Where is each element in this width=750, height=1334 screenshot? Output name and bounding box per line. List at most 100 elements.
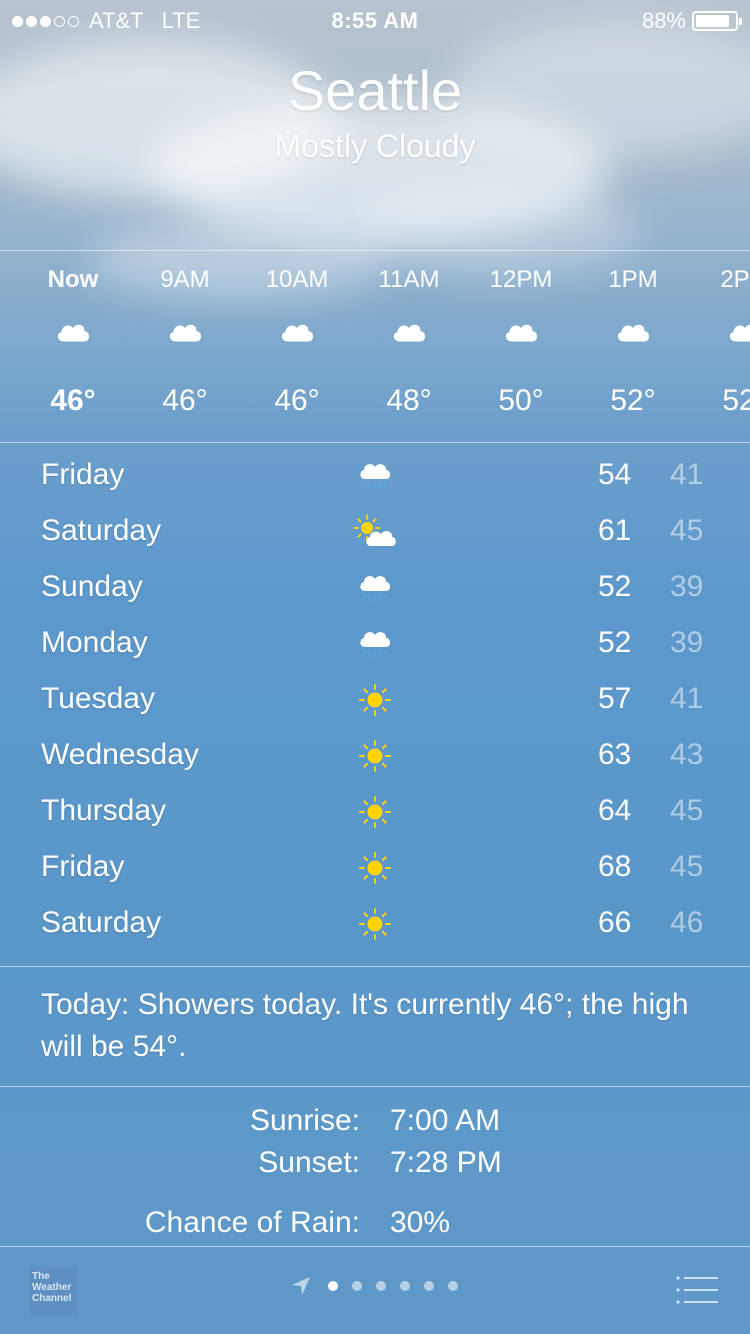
page-dot[interactable] — [424, 1281, 434, 1291]
today-summary: Today: Showers today. It's currently 46°… — [41, 988, 689, 1063]
low-temperature: 39 — [670, 626, 704, 659]
hourly-item: 2PM 52° — [689, 252, 750, 418]
hour-temperature: 46° — [162, 384, 208, 417]
hour-temperature: 46° — [274, 384, 320, 417]
hourly-item: 9AM 46° — [129, 252, 241, 418]
low-temperature: 45 — [670, 850, 704, 883]
hour-label: 12PM — [489, 266, 553, 293]
daily-row: Thursday 64 45 — [0, 786, 750, 842]
divider — [0, 966, 750, 967]
day-name: Monday — [41, 626, 148, 659]
hour-temperature: 52° — [610, 384, 656, 417]
divider — [0, 1086, 750, 1087]
chance-of-rain-row: Chance of Rain: 30% — [0, 1206, 750, 1248]
hourly-forecast[interactable]: Now 46° 9AM 46° 10AM 46° 11AM 48° 12PM 50° 1PM 52° 2… — [0, 252, 750, 442]
hourly-item: 1PM 52° — [577, 252, 689, 418]
bottom-toolbar: The Weather Channel — [0, 1247, 750, 1334]
chance-of-rain-value: 30% — [390, 1206, 451, 1239]
high-temperature: 68 — [598, 850, 632, 883]
high-temperature: 57 — [598, 682, 632, 715]
page-dot[interactable] — [400, 1281, 410, 1291]
hourly-item: 11AM 48° — [353, 252, 465, 418]
hour-label: 1PM — [608, 266, 658, 293]
sunset-label: Sunset: — [258, 1146, 360, 1179]
hour-temperature: 50° — [498, 384, 544, 417]
daily-row: Wednesday 63 43 — [0, 730, 750, 786]
daily-row: Friday 54 41 — [0, 450, 750, 506]
daily-row: Friday 68 45 — [0, 842, 750, 898]
page-indicator[interactable] — [290, 1275, 458, 1297]
day-name: Saturday — [41, 906, 162, 939]
page-dot[interactable] — [376, 1281, 386, 1291]
battery-percent: 88% — [641, 8, 686, 33]
sun-icon — [350, 734, 400, 778]
city-list-button[interactable] — [676, 1275, 718, 1307]
rain-icon — [350, 622, 400, 666]
logo-line: The — [32, 1271, 50, 1282]
daily-row: Saturday 66 46 — [0, 898, 750, 954]
page-dot[interactable] — [352, 1281, 362, 1291]
city-name: Seattle — [287, 59, 463, 122]
hour-temperature: 48° — [386, 384, 432, 417]
cloud-icon — [17, 318, 129, 358]
sunset-row: Sunset: 7:28 PM — [0, 1146, 750, 1188]
hour-temperature: 52° — [722, 384, 750, 417]
sun-icon — [350, 790, 400, 834]
logo-line: Channel — [32, 1293, 72, 1304]
status-time: 8:55 AM — [331, 8, 419, 33]
high-temperature: 66 — [598, 906, 632, 939]
sun-icon — [350, 678, 400, 722]
rain-icon — [350, 566, 400, 610]
day-name: Friday — [41, 458, 125, 491]
high-temperature: 61 — [598, 514, 632, 547]
logo-line: Weather — [32, 1282, 72, 1293]
low-temperature: 41 — [670, 458, 704, 491]
hour-label: 2PM — [720, 266, 750, 293]
page-dot[interactable] — [448, 1281, 458, 1291]
hourly-item: Now 46° — [17, 252, 129, 418]
cloud-icon — [241, 318, 353, 358]
daily-row: Sunday 52 39 — [0, 562, 750, 618]
hourly-item: 12PM 50° — [465, 252, 577, 418]
daily-row: Monday 52 39 — [0, 618, 750, 674]
day-name: Thursday — [41, 794, 167, 827]
battery-icon — [692, 11, 742, 31]
high-temperature: 54 — [598, 458, 632, 491]
high-temperature: 52 — [598, 626, 632, 659]
day-name: Tuesday — [41, 682, 155, 715]
current-condition: Mostly Cloudy — [274, 128, 476, 164]
low-temperature: 41 — [670, 682, 704, 715]
rain-icon — [350, 454, 400, 498]
cloud-icon — [577, 318, 689, 358]
status-bar: AT&T LTE 8:55 AM 88% — [0, 0, 750, 40]
page-dot[interactable] — [328, 1281, 338, 1291]
sunrise-label: Sunrise: — [249, 1104, 360, 1137]
hour-label: 9AM — [160, 266, 210, 293]
sunrise-value: 7:00 AM — [390, 1104, 501, 1137]
day-name: Sunday — [41, 570, 143, 603]
weather-channel-logo[interactable]: The Weather Channel — [30, 1267, 78, 1315]
high-temperature: 64 — [598, 794, 632, 827]
high-temperature: 52 — [598, 570, 632, 603]
day-name: Saturday — [41, 514, 162, 547]
divider — [0, 250, 750, 251]
hour-label: 10AM — [265, 266, 329, 293]
hour-label: Now — [47, 266, 99, 293]
hour-temperature: 46° — [50, 384, 96, 417]
daily-row: Tuesday 57 41 — [0, 674, 750, 730]
low-temperature: 43 — [670, 738, 704, 771]
sunrise-row: Sunrise: 7:00 AM — [0, 1104, 750, 1146]
sun-icon — [350, 846, 400, 890]
daily-row: Saturday 61 45 — [0, 506, 750, 562]
day-name: Friday — [41, 850, 125, 883]
hour-label: 11AM — [378, 266, 440, 293]
location-arrow-icon — [292, 1277, 310, 1295]
chance-of-rain-label: Chance of Rain: — [144, 1206, 360, 1239]
hourly-item: 10AM 46° — [241, 252, 353, 418]
high-temperature: 63 — [598, 738, 632, 771]
daily-forecast: Friday 54 41 Saturday 61 45 Sunday 52 39 Monday 52… — [0, 450, 750, 954]
low-temperature: 39 — [670, 570, 704, 603]
low-temperature: 45 — [670, 794, 704, 827]
cloud-icon — [353, 318, 465, 358]
cloud-icon — [689, 318, 750, 358]
